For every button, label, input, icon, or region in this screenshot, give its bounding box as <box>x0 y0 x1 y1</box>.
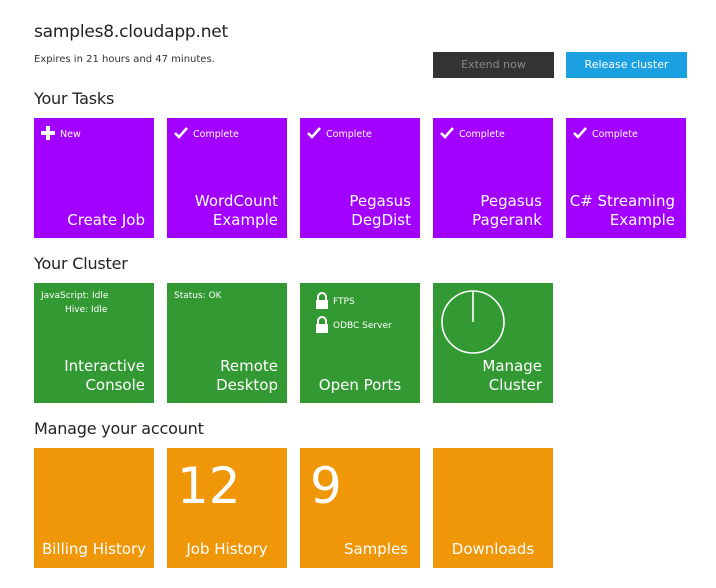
tile-remote-desktop[interactable]: Status: OK Remote Desktop <box>167 283 287 403</box>
section-title-account: Manage your account <box>34 419 204 438</box>
tile-badge-label: Complete <box>326 129 372 140</box>
checkmark-icon <box>440 126 454 143</box>
tile-title-line2: DegDist <box>351 211 411 229</box>
tile-title: WordCount Example <box>195 192 278 230</box>
checkmark-icon <box>307 126 321 143</box>
tile-badge: New <box>41 126 81 143</box>
status-javascript: JavaScript: Idle <box>41 291 109 301</box>
tile-title-line2: Pagerank <box>472 211 542 229</box>
tile-title-line1: C# Streaming <box>569 192 675 210</box>
job-count: 12 <box>177 457 241 515</box>
tile-title-line1: Interactive <box>64 357 145 375</box>
tile-title: Downloads <box>451 540 535 558</box>
port-list: FTPS ODBC Server <box>315 290 392 338</box>
cluster-hostname: samples8.cloudapp.net <box>34 22 229 42</box>
console-status: JavaScript: Idle Hive: Idle <box>41 289 108 317</box>
tile-title: Remote Desktop <box>216 357 278 395</box>
tile-title: Samples <box>343 540 408 558</box>
tile-billing-history[interactable]: Billing History <box>34 448 154 568</box>
tile-pegasus-degdist[interactable]: Complete Pegasus DegDist <box>300 118 420 238</box>
tile-create-job[interactable]: New Create Job <box>34 118 154 238</box>
tile-badge: Complete <box>440 126 505 143</box>
tile-title: Pegasus DegDist <box>349 192 411 230</box>
tile-title-line1: Pegasus <box>349 192 411 210</box>
plus-icon <box>41 126 55 143</box>
tile-title: Job History <box>186 540 268 558</box>
tile-title-line1: Remote <box>220 357 278 375</box>
tile-title-line2: Example <box>212 211 278 229</box>
clock-icon <box>440 289 506 355</box>
status-hive: Hive: Idle <box>65 305 108 315</box>
tile-badge: Complete <box>307 126 372 143</box>
status-ok: Status: OK <box>174 291 222 301</box>
section-title-tasks: Your Tasks <box>34 89 115 108</box>
tile-title-line2: Create Job <box>67 211 145 229</box>
tile-title-line1: Pegasus <box>480 192 542 210</box>
page: samples8.cloudapp.net Expires in 21 hour… <box>0 0 716 588</box>
tile-badge: Complete <box>573 126 638 143</box>
tile-title: Create Job <box>67 211 145 230</box>
tile-title-line1: Manage <box>482 357 542 375</box>
remote-status: Status: OK <box>174 289 222 303</box>
expiration-text: Expires in 21 hours and 47 minutes. <box>34 54 215 65</box>
section-title-cluster: Your Cluster <box>34 254 128 273</box>
port-label: ODBC Server <box>333 321 392 331</box>
tile-title-line2: Cluster <box>488 376 542 394</box>
tile-csharp-streaming-example[interactable]: Complete C# Streaming Example <box>566 118 686 238</box>
port-ftps: FTPS <box>315 290 392 314</box>
tile-title: Billing History <box>41 540 147 558</box>
tile-samples[interactable]: 9 Samples <box>300 448 420 568</box>
tile-pegasus-pagerank[interactable]: Complete Pegasus Pagerank <box>433 118 553 238</box>
release-cluster-button[interactable]: Release cluster <box>566 52 687 78</box>
tile-title-line2: Console <box>85 376 145 394</box>
tile-title-line1: WordCount <box>194 192 278 210</box>
tile-wordcount-example[interactable]: Complete WordCount Example <box>167 118 287 238</box>
extend-now-button[interactable]: Extend now <box>433 52 554 78</box>
tile-title: Interactive Console <box>64 357 145 395</box>
samples-count: 9 <box>310 457 342 515</box>
lock-icon <box>315 316 329 336</box>
tile-title-line2: Example <box>609 211 675 229</box>
tile-title: Manage Cluster <box>482 357 542 395</box>
checkmark-icon <box>174 126 188 143</box>
tile-title: C# Streaming Example <box>570 192 675 230</box>
tile-badge-label: Complete <box>459 129 505 140</box>
lock-icon <box>315 292 329 312</box>
tile-badge-label: New <box>60 129 81 140</box>
tile-open-ports[interactable]: FTPS ODBC Server Open Ports <box>300 283 420 403</box>
tile-job-history[interactable]: 12 Job History <box>167 448 287 568</box>
tile-manage-cluster[interactable]: Manage Cluster <box>433 283 553 403</box>
tile-downloads[interactable]: Downloads <box>433 448 553 568</box>
tile-title: Open Ports <box>318 376 402 394</box>
tile-title: Pegasus Pagerank <box>472 192 542 230</box>
tile-title-line2: Desktop <box>216 376 278 394</box>
tile-badge: Complete <box>174 126 239 143</box>
tile-interactive-console[interactable]: JavaScript: Idle Hive: Idle Interactive … <box>34 283 154 403</box>
tile-badge-label: Complete <box>193 129 239 140</box>
checkmark-icon <box>573 126 587 143</box>
port-label: FTPS <box>333 297 355 307</box>
port-odbc-server: ODBC Server <box>315 314 392 338</box>
tile-badge-label: Complete <box>592 129 638 140</box>
